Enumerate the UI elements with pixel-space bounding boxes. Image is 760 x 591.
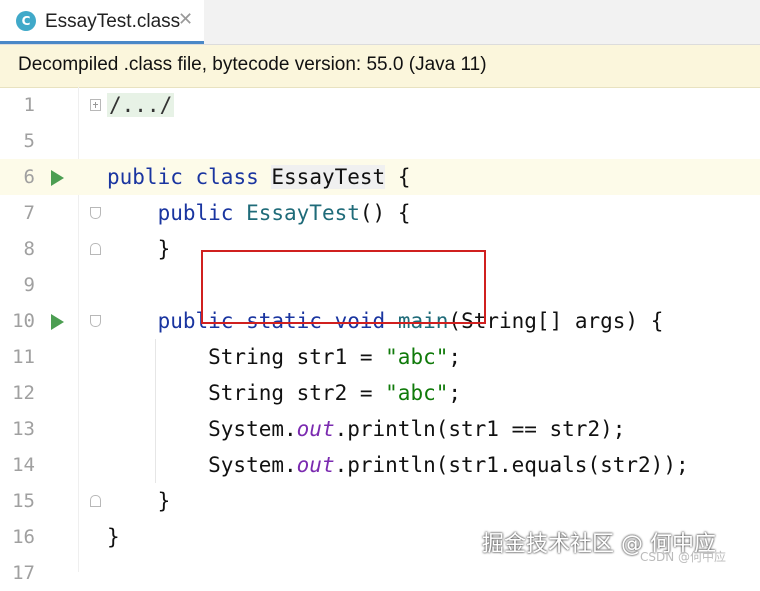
- code-editor[interactable]: 1 /.../ 5 6 public class EssayTest { 7 p…: [0, 87, 760, 584]
- line-number: 11: [12, 346, 35, 368]
- collapse-fold-icon[interactable]: [90, 315, 101, 327]
- line-number: 8: [23, 238, 35, 260]
- line-number: 16: [12, 526, 35, 548]
- tab-essaytest-class[interactable]: C EssayTest.class ✕: [0, 0, 204, 44]
- line-number: 1: [23, 94, 35, 116]
- line-number: 5: [23, 130, 35, 152]
- code-line[interactable]: 15 }: [0, 483, 760, 519]
- run-icon[interactable]: [51, 314, 64, 330]
- watermark-subtext: CSDN @何中应: [640, 550, 727, 564]
- code-text: String str2 = "abc";: [107, 381, 462, 405]
- code-text: public class EssayTest {: [107, 165, 411, 189]
- editor-tab-bar: C EssayTest.class ✕: [0, 0, 760, 45]
- code-line[interactable]: 5: [0, 123, 760, 159]
- banner-text: Decompiled .class file, bytecode version…: [18, 54, 487, 75]
- line-number: 6: [23, 166, 35, 188]
- line-number: 9: [23, 274, 35, 296]
- code-text: String str1 = "abc";: [107, 345, 462, 369]
- code-text: System.out.println(str1.equals(str2));: [107, 453, 689, 477]
- line-number: 12: [12, 382, 35, 404]
- run-icon[interactable]: [51, 170, 64, 186]
- close-icon[interactable]: ✕: [178, 9, 193, 30]
- decompiled-notice-banner: Decompiled .class file, bytecode version…: [0, 45, 760, 88]
- code-text: public EssayTest() {: [157, 201, 411, 225]
- code-line[interactable]: 1 /.../: [0, 87, 760, 123]
- code-line[interactable]: 7 public EssayTest() {: [0, 195, 760, 231]
- code-line[interactable]: 12 String str2 = "abc";: [0, 375, 760, 411]
- line-number: 10: [12, 310, 35, 332]
- highlight-annotation-box: [201, 250, 486, 324]
- class-file-icon: C: [16, 11, 36, 31]
- expand-fold-icon[interactable]: [90, 99, 101, 111]
- code-line[interactable]: 11 String str1 = "abc";: [0, 339, 760, 375]
- line-number: 7: [23, 202, 35, 224]
- line-number: 14: [12, 454, 35, 476]
- fold-end-icon[interactable]: [90, 243, 101, 255]
- code-line[interactable]: 14 System.out.println(str1.equals(str2))…: [0, 447, 760, 483]
- tab-label: EssayTest.class: [45, 11, 181, 32]
- indent-guide: [155, 339, 156, 483]
- code-text: }: [107, 237, 171, 261]
- code-line-current[interactable]: 6 public class EssayTest {: [0, 159, 760, 195]
- line-number: 13: [12, 418, 35, 440]
- folded-region[interactable]: /.../: [107, 93, 175, 117]
- code-line[interactable]: 13 System.out.println(str1 == str2);: [0, 411, 760, 447]
- code-text: /.../: [107, 87, 175, 123]
- code-text: }: [107, 525, 120, 549]
- code-text: System.out.println(str1 == str2);: [107, 417, 626, 441]
- line-number: 17: [12, 562, 35, 584]
- collapse-fold-icon[interactable]: [90, 207, 101, 219]
- line-number: 15: [12, 490, 35, 512]
- fold-end-icon[interactable]: [90, 495, 101, 507]
- code-text: }: [107, 489, 171, 513]
